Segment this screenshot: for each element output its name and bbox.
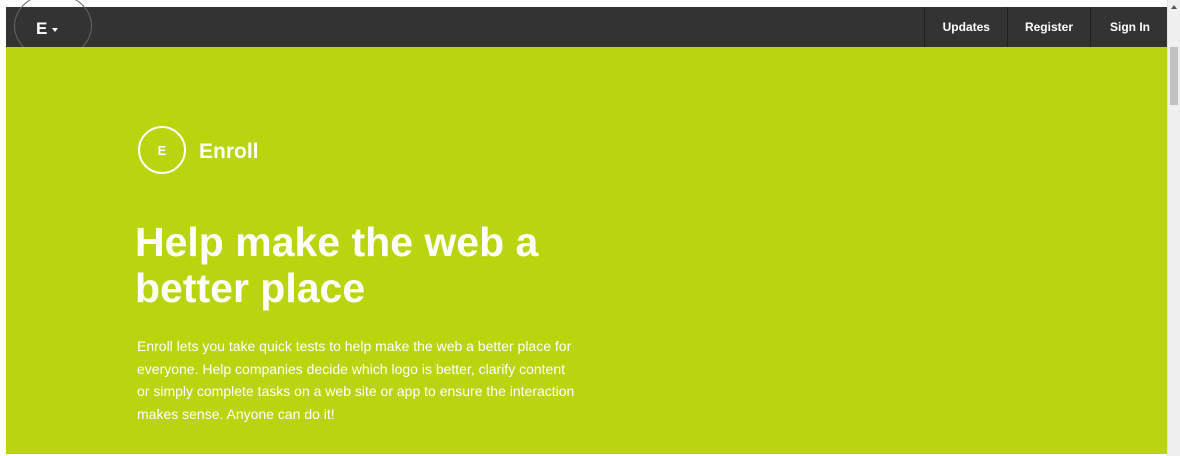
scroll-up-button[interactable] [1168, 0, 1180, 14]
brand-letter: E [36, 19, 48, 38]
nav-register-link[interactable]: Register [1006, 7, 1090, 47]
top-navigation-bar: E Updates Register Sign In [6, 0, 1167, 59]
nav-sign-in-link[interactable]: Sign In [1090, 7, 1167, 47]
hero-section: E Enroll Help make the web a better plac… [6, 47, 1167, 454]
nav-updates-link[interactable]: Updates [923, 7, 1007, 47]
top-nav: Updates Register Sign In [923, 7, 1167, 47]
hero-description: Enroll lets you take quick tests to help… [137, 338, 575, 422]
scrollbar-thumb[interactable] [1170, 47, 1178, 105]
vertical-scrollbar[interactable] [1167, 0, 1180, 456]
brand-menu-button[interactable]: E [36, 19, 59, 39]
caret-down-icon [52, 28, 59, 32]
logo-letter: E [157, 142, 167, 158]
browser-viewport: E Updates Register Sign In E Enroll Help… [0, 0, 1180, 456]
enroll-logo-icon: E [138, 126, 186, 174]
hero-headline: Help make the web a better place [135, 219, 539, 311]
logo-text: Enroll [199, 140, 259, 163]
arrow-up-icon [1171, 5, 1177, 9]
